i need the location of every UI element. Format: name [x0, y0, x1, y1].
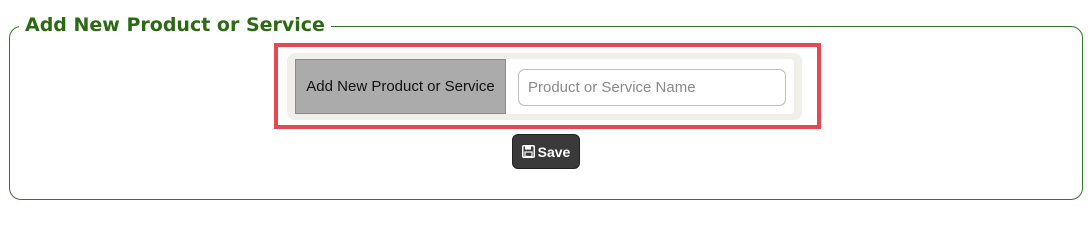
floppy-disk-icon	[521, 145, 535, 158]
save-button[interactable]: Save	[512, 134, 580, 169]
save-button-label: Save	[537, 143, 571, 160]
input-group-inner: Add New Product or Service	[295, 59, 794, 114]
fieldset-legend: Add New Product or Service	[19, 12, 331, 38]
product-name-input[interactable]	[518, 69, 786, 106]
input-addon-label: Add New Product or Service	[295, 59, 506, 114]
product-input-group: Add New Product or Service	[287, 53, 802, 120]
